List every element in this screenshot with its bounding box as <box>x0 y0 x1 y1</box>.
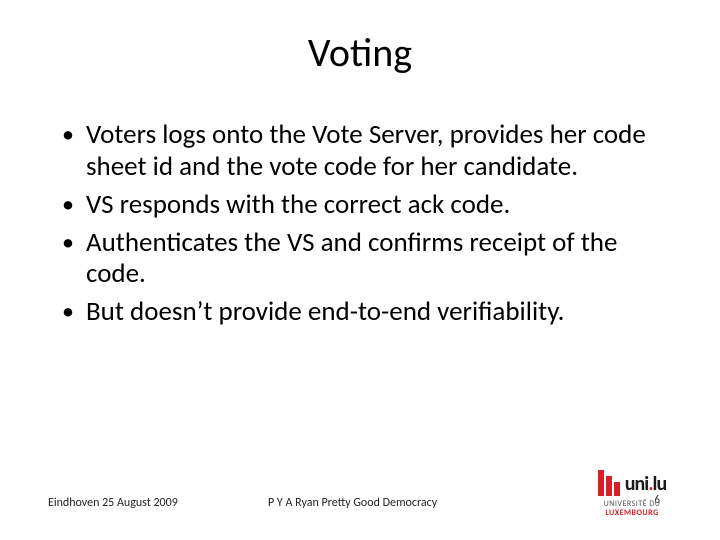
list-item: Authenticates the VS and confirms receip… <box>62 227 672 291</box>
logo-bar-icon <box>614 482 620 496</box>
logo-text-part: uni <box>625 472 648 496</box>
footer-date: Eindhoven 25 August 2009 <box>48 496 178 510</box>
logo-wordmark: uni.lu <box>625 472 666 496</box>
logo-text-part: lu <box>653 472 667 496</box>
logo-sub-line: LUXEMBOURG <box>605 508 658 518</box>
list-item: Voters logs onto the Vote Server, provid… <box>62 119 672 183</box>
bullet-list: Voters logs onto the Vote Server, provid… <box>48 119 672 328</box>
slide-title: Voting <box>48 28 672 77</box>
list-item: But doesn’t provide end-to-end verifiabi… <box>62 296 672 328</box>
slide: Voting Voters logs onto the Vote Server,… <box>0 0 720 540</box>
logo-subtitle: UNIVERSITÉ DU LUXEMBOURG <box>588 500 676 518</box>
footer-author: P Y A Ryan Pretty Good Democracy <box>268 496 437 510</box>
university-logo: uni.lu UNIVERSITÉ DU LUXEMBOURG <box>588 470 676 518</box>
logo-bar-icon <box>598 470 604 496</box>
footer: Eindhoven 25 August 2009 P Y A Ryan Pret… <box>48 474 672 514</box>
logo-mark: uni.lu <box>588 470 676 496</box>
logo-bar-icon <box>606 476 612 496</box>
list-item: VS responds with the correct ack code. <box>62 189 672 221</box>
